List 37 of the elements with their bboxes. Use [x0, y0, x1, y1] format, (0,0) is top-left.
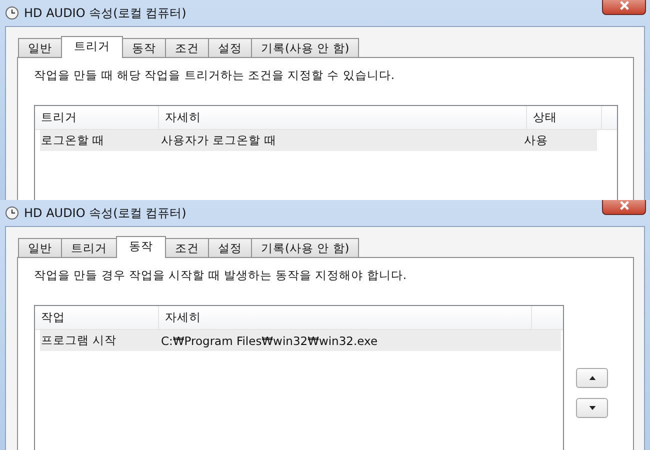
description-text: 작업을 만들 때 해당 작업을 트리거하는 조건을 지정할 수 있습니다.: [34, 68, 396, 83]
table-cell-text: C:₩Program Files₩win32₩win32.exe: [160, 334, 379, 348]
close-button[interactable]: [602, 200, 646, 215]
column-header[interactable]: 트리거: [35, 106, 159, 129]
tab[interactable]: 일반: [18, 38, 62, 57]
tab[interactable]: 트리거: [61, 36, 123, 58]
move-up-button[interactable]: [576, 368, 608, 388]
window-title: HD AUDIO 속성(로컬 컴퓨터): [24, 4, 186, 22]
table-cell-text: 사용자가 로그온할 때: [160, 133, 278, 148]
tab[interactable]: 동작: [122, 38, 166, 57]
clock-icon: [5, 6, 19, 20]
down-triangle-icon: [588, 406, 596, 410]
table-row[interactable]: 로그온할 때 사용자가 로그온할 때 사용: [40, 130, 597, 151]
close-button[interactable]: [602, 0, 646, 15]
clock-icon: [5, 206, 19, 220]
tab[interactable]: 기록(사용 안 함): [251, 38, 360, 57]
tab[interactable]: 설정: [208, 238, 252, 257]
table-row[interactable]: 프로그램 시작 C:₩Program Files₩win32₩win32.exe: [40, 330, 561, 351]
description-text: 작업을 만들 경우 작업을 시작할 때 발생하는 동작을 지정해야 합니다.: [34, 268, 408, 283]
tab[interactable]: 조건: [165, 38, 209, 57]
table-cell-text: 사용: [523, 133, 549, 148]
table-cell-text: 프로그램 시작: [40, 333, 118, 348]
window-title: HD AUDIO 속성(로컬 컴퓨터): [24, 204, 186, 222]
column-header[interactable]: 자세히: [159, 106, 527, 129]
column-header[interactable]: 상태: [527, 106, 602, 129]
tab[interactable]: 트리거: [61, 238, 117, 257]
column-header[interactable]: 자세히: [159, 306, 532, 329]
column-header[interactable]: 작업: [35, 306, 159, 329]
tab[interactable]: 조건: [165, 238, 209, 257]
up-triangle-icon: [588, 376, 596, 380]
table-cell-text: 로그온할 때: [40, 133, 106, 148]
tab[interactable]: 일반: [18, 238, 62, 257]
move-down-button[interactable]: [576, 398, 608, 418]
close-icon: [618, 0, 630, 11]
tab[interactable]: 설정: [208, 38, 252, 57]
tab[interactable]: 기록(사용 안 함): [251, 238, 360, 257]
tab[interactable]: 동작: [116, 236, 166, 258]
